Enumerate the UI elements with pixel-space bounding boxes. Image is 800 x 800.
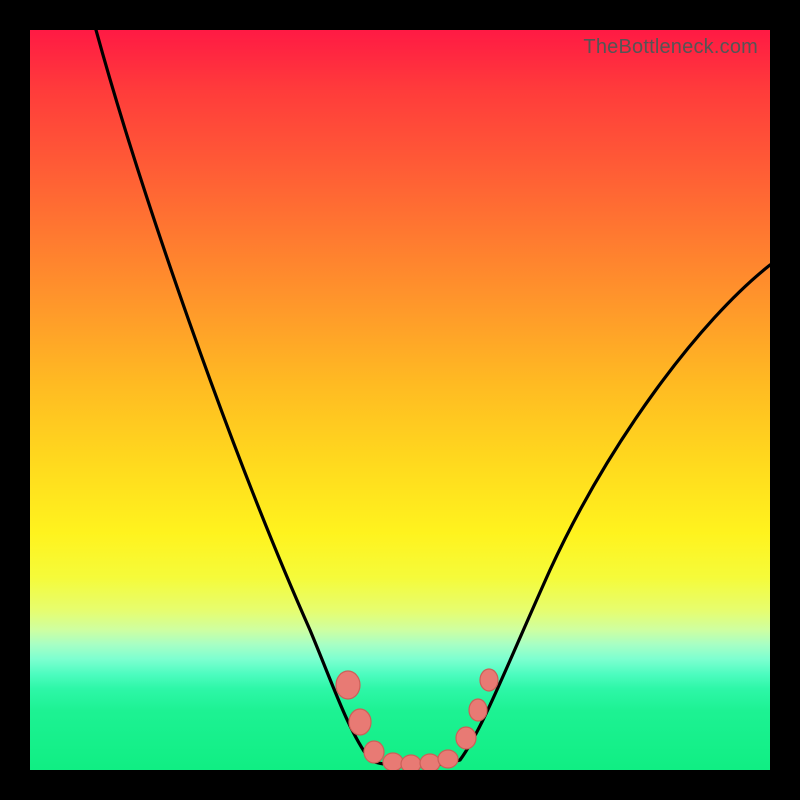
valley-markers bbox=[336, 669, 498, 770]
chart-plot-area: TheBottleneck.com bbox=[30, 30, 770, 770]
watermark-text: TheBottleneck.com bbox=[583, 36, 758, 59]
bottleneck-curve bbox=[96, 30, 770, 766]
curve-layer bbox=[30, 30, 770, 770]
